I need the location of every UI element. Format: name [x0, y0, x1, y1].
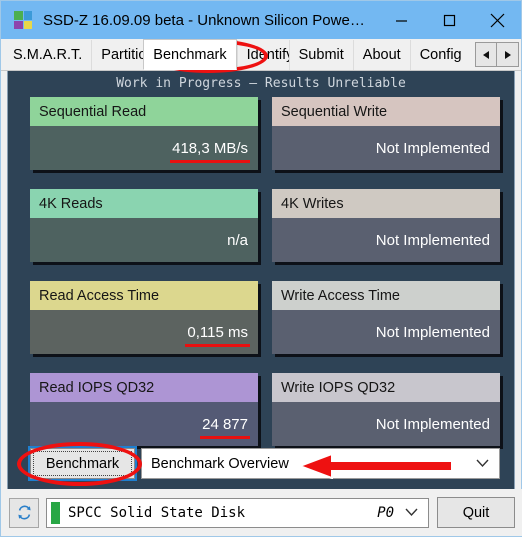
panel-write-iops-qd32[interactable]: Write IOPS QD32 Not Implemented: [272, 373, 500, 446]
benchmark-overview-select[interactable]: Benchmark Overview: [141, 448, 500, 479]
panel-title: 4K Writes: [272, 189, 500, 218]
drive-name-label: SPCC Solid State Disk: [68, 504, 246, 521]
benchmark-overview-value: Benchmark Overview: [151, 455, 289, 472]
result-row-4k: 4K Reads n/a 4K Writes Not Implemented: [30, 189, 500, 262]
refresh-icon[interactable]: [9, 497, 39, 528]
quit-button[interactable]: Quit: [437, 497, 515, 528]
panel-title: Read Access Time: [30, 281, 258, 310]
window-controls: [377, 1, 521, 39]
benchmark-controls: Benchmark Benchmark Overview: [30, 448, 500, 479]
tab-smart[interactable]: S.M.A.R.T.: [4, 40, 92, 70]
benchmark-panel: Work in Progress – Results Unreliable Se…: [7, 71, 515, 492]
panel-title: Write IOPS QD32: [272, 373, 500, 402]
maximize-icon[interactable]: [425, 1, 473, 39]
drive-status-indicator: [51, 501, 60, 524]
drive-select[interactable]: SPCC Solid State Disk P0: [46, 497, 429, 528]
tab-scroll-buttons: [475, 42, 519, 67]
benchmark-results-grid: Sequential Read 418,3 MB/s Sequential Wr…: [30, 97, 500, 465]
run-benchmark-button[interactable]: Benchmark: [30, 448, 135, 479]
panel-value-wrap: Not Implemented: [272, 126, 500, 170]
panel-title: Sequential Write: [272, 97, 500, 126]
result-row-iops: Read IOPS QD32 24 877 Write IOPS QD32 No…: [30, 373, 500, 446]
panel-value: Not Implemented: [375, 415, 490, 433]
tab-scroll-left-icon[interactable]: [475, 42, 497, 67]
panel-read-iops-qd32[interactable]: Read IOPS QD32 24 877: [30, 373, 258, 446]
panel-value-wrap: 0,115 ms: [30, 310, 258, 354]
panel-value: Not Implemented: [375, 323, 490, 341]
work-in-progress-notice: Work in Progress – Results Unreliable: [116, 76, 406, 91]
tab-benchmark[interactable]: Benchmark: [143, 39, 237, 70]
panel-title: Sequential Read: [30, 97, 258, 126]
app-logo-icon: [14, 11, 32, 29]
tab-partitions[interactable]: Partitions: [91, 40, 144, 70]
tab-config[interactable]: Config: [409, 40, 462, 70]
chevron-down-icon: [405, 504, 418, 522]
panel-value: 24 877: [200, 415, 250, 439]
tab-submit[interactable]: Submit: [288, 40, 353, 70]
panel-value: n/a: [227, 231, 248, 249]
panel-value: Not Implemented: [375, 139, 490, 157]
drive-port-label: P0: [377, 504, 394, 521]
title-bar: SSD-Z 16.09.09 beta - Unknown Silicon Po…: [1, 1, 521, 39]
tab-identify[interactable]: Identify: [236, 40, 289, 70]
panel-value: 0,115 ms: [185, 323, 250, 347]
panel-value-wrap: 24 877: [30, 402, 258, 446]
panel-value-wrap: 418,3 MB/s: [30, 126, 258, 170]
status-bar: SPCC Solid State Disk P0 Quit: [1, 489, 522, 536]
panel-read-access-time[interactable]: Read Access Time 0,115 ms: [30, 281, 258, 354]
chevron-down-icon: [476, 456, 489, 472]
panel-value-wrap: Not Implemented: [272, 402, 500, 446]
tab-about[interactable]: About: [352, 40, 410, 70]
ssdz-window: SSD-Z 16.09.09 beta - Unknown Silicon Po…: [0, 0, 522, 537]
tab-bar: S.M.A.R.T. Partitions Benchmark Identify…: [1, 39, 521, 71]
result-row-access-time: Read Access Time 0,115 ms Write Access T…: [30, 281, 500, 354]
panel-sequential-write[interactable]: Sequential Write Not Implemented: [272, 97, 500, 170]
panel-title: 4K Reads: [30, 189, 258, 218]
panel-value: 418,3 MB/s: [170, 139, 250, 163]
panel-title: Write Access Time: [272, 281, 500, 310]
result-row-sequential: Sequential Read 418,3 MB/s Sequential Wr…: [30, 97, 500, 170]
close-icon[interactable]: [473, 1, 521, 39]
panel-4k-reads[interactable]: 4K Reads n/a: [30, 189, 258, 262]
panel-4k-writes[interactable]: 4K Writes Not Implemented: [272, 189, 500, 262]
panel-write-access-time[interactable]: Write Access Time Not Implemented: [272, 281, 500, 354]
panel-value-wrap: n/a: [30, 218, 258, 262]
panel-value: Not Implemented: [375, 231, 490, 249]
minimize-icon[interactable]: [377, 1, 425, 39]
panel-value-wrap: Not Implemented: [272, 218, 500, 262]
window-title: SSD-Z 16.09.09 beta - Unknown Silicon Po…: [43, 11, 365, 29]
tab-scroll-right-icon[interactable]: [497, 42, 519, 67]
panel-sequential-read[interactable]: Sequential Read 418,3 MB/s: [30, 97, 258, 170]
panel-value-wrap: Not Implemented: [272, 310, 500, 354]
panel-title: Read IOPS QD32: [30, 373, 258, 402]
